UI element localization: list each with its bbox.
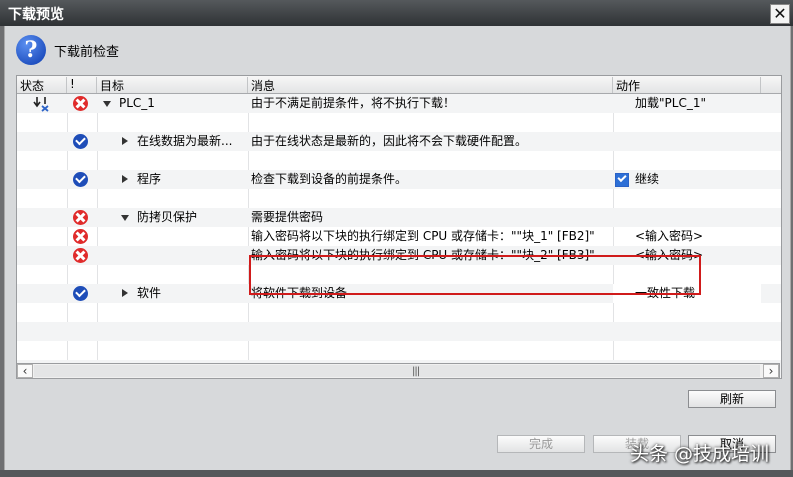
highlight-box <box>249 255 701 295</box>
message-text: 检查下载到设备的前提条件。 <box>251 172 408 186</box>
scroll-left-arrow-icon[interactable]: ‹ <box>17 364 33 378</box>
expand-triangle-icon[interactable] <box>122 175 128 183</box>
column-header-message[interactable]: 消息 <box>248 77 613 93</box>
enter-password-dropdown[interactable]: <输入密码> <box>635 227 703 246</box>
column-header-action[interactable]: 动作 <box>613 77 761 93</box>
window-title: 下载预览 <box>8 7 64 23</box>
expand-triangle-icon[interactable] <box>122 137 128 145</box>
ok-check-icon <box>73 134 88 149</box>
message-text: 输入密码将以下块的执行绑定到 CPU 或存储卡：""块_1" [FB2]" <box>251 229 595 243</box>
message-text: 由于不满足前提条件，将不执行下载！ <box>251 96 456 110</box>
table-row[interactable]: 防拷贝保护 需要提供密码 <box>17 208 781 227</box>
column-header-flag[interactable]: ! <box>67 77 97 93</box>
table-row[interactable]: 在线数据为最新... 由于在线状态是最新的，因此将不会下载硬件配置。 <box>17 132 781 151</box>
error-icon <box>73 96 88 111</box>
horizontal-scrollbar[interactable]: ‹ ||| › <box>16 363 780 379</box>
preview-table: 状态 ! 目标 消息 动作 PLC_1 由于不满足前提条件，将不执行下载！ 加载… <box>16 75 782 379</box>
dialog-header: ? 下载前检查 <box>5 26 790 74</box>
target-label: 防拷贝保护 <box>137 210 198 224</box>
download-icon <box>33 97 49 112</box>
action-label: 继续 <box>635 172 660 186</box>
finish-button[interactable]: 完成 <box>497 435 585 453</box>
table-row <box>17 113 781 132</box>
scroll-thumb[interactable]: ||| <box>34 365 760 377</box>
action-dropdown[interactable]: 加载"PLC_1" <box>635 94 706 113</box>
table-row <box>17 303 781 322</box>
scroll-right-arrow-icon[interactable]: › <box>763 364 779 378</box>
error-icon <box>73 229 88 244</box>
table-row <box>17 189 781 208</box>
grip-icon: ||| <box>412 366 420 377</box>
header-text: 下载前检查 <box>54 45 120 60</box>
title-bar: 下载预览 ✕ <box>0 0 793 26</box>
message-text: 需要提供密码 <box>251 210 324 224</box>
refresh-button[interactable]: 刷新 <box>688 390 776 408</box>
column-header-target[interactable]: 目标 <box>97 77 248 93</box>
ok-check-icon <box>73 286 88 301</box>
target-label: 在线数据为最新... <box>137 134 233 148</box>
table-header: 状态 ! 目标 消息 动作 <box>17 76 781 94</box>
close-button[interactable]: ✕ <box>770 4 790 24</box>
background-strip <box>0 470 793 477</box>
table-row[interactable]: 输入密码将以下块的执行绑定到 CPU 或存储卡：""块_1" [FB2]" <输… <box>17 227 781 246</box>
continue-checkbox[interactable] <box>615 173 629 187</box>
question-icon: ? <box>16 35 46 65</box>
target-label: 软件 <box>137 286 162 300</box>
download-preview-dialog: ? 下载前检查 状态 ! 目标 消息 动作 PLC_1 由于不满足前提条件，将不… <box>4 26 791 470</box>
collapse-triangle-icon[interactable] <box>121 215 129 221</box>
error-icon <box>73 210 88 225</box>
collapse-triangle-icon[interactable] <box>103 101 111 107</box>
table-row <box>17 151 781 170</box>
ok-check-icon <box>73 172 88 187</box>
watermark: 头条 @技成培训 <box>630 443 770 465</box>
expand-triangle-icon[interactable] <box>122 289 128 297</box>
table-row[interactable]: 程序 检查下载到设备的前提条件。 继续 <box>17 170 781 189</box>
table-row <box>17 341 781 360</box>
target-label: 程序 <box>137 172 162 186</box>
table-row <box>17 322 781 341</box>
target-label: PLC_1 <box>119 96 155 110</box>
error-icon <box>73 248 88 263</box>
table-row[interactable]: PLC_1 由于不满足前提条件，将不执行下载！ 加载"PLC_1" <box>17 94 781 113</box>
message-text: 由于在线状态是最新的，因此将不会下载硬件配置。 <box>251 134 528 148</box>
column-header-status[interactable]: 状态 <box>17 77 67 93</box>
